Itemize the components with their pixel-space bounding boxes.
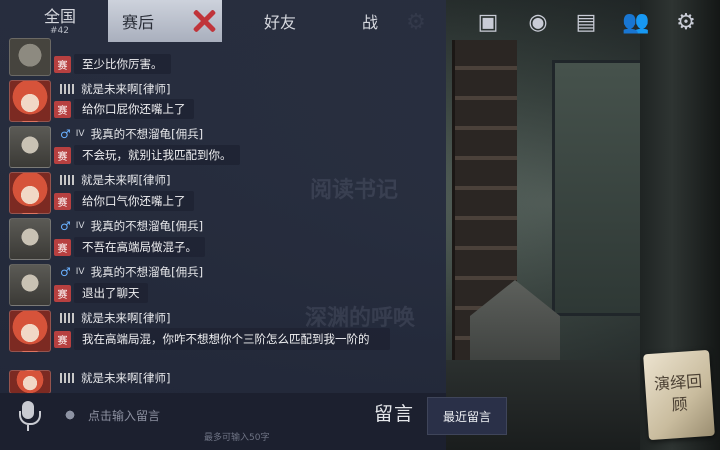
avatar[interactable] [9,218,51,260]
input-placeholder: 点击输入留言 [88,408,161,423]
map-icon[interactable]: ▣ [474,8,502,36]
male-icon: ♂ [60,127,71,141]
mic-base [27,425,29,431]
avatar[interactable] [9,38,51,76]
level-icon: IV [75,129,85,139]
diary-icon[interactable]: ▤ [572,8,600,36]
message-text: 不吾在高端局做混子。 [74,237,205,257]
avatar[interactable] [9,264,51,306]
rank-icon [60,373,76,383]
badge-icon[interactable]: ◉ [524,8,552,36]
message-text: 不会玩，就别让我匹配到你。 [74,145,240,165]
sender-line: 就是未来啊[律师] [60,369,170,387]
rank-icon [60,175,76,185]
tab-label: 好友 [263,13,296,32]
message-text: 退出了聊天 [74,283,148,303]
sender-name: 我真的不想溜龟[佣兵] [90,219,204,233]
close-icon[interactable] [192,9,216,33]
sender-name: 我真的不想溜龟[佣兵] [90,265,204,279]
match-badge: 赛 [54,56,71,73]
mic-stand [19,411,41,425]
level-icon: IV [75,221,85,231]
leave-message-button[interactable]: 留言 [374,399,414,426]
rank-icon [60,313,76,323]
male-icon: ♂ [60,219,71,233]
recent-messages-button[interactable]: 最近留言 [427,397,507,435]
male-icon: ♂ [60,265,71,279]
avatar[interactable] [9,80,51,122]
avatar[interactable] [9,172,51,214]
sender-name: 就是未来啊[律师] [81,173,171,187]
chat-tabs: 全国 #42 赛后 好友 战 [0,0,446,42]
match-badge: 赛 [54,285,71,302]
sender-line: 就是未来啊[律师] [60,309,170,327]
chat-input-bar: 点击输入留言 最多可输入50字 留言 [0,393,446,450]
sender-line: ♂ IV 我真的不想溜龟[佣兵] [60,263,203,281]
match-badge: 赛 [54,331,71,348]
microphone-icon[interactable] [18,401,41,433]
sender-name: 就是未来啊[律师] [81,82,171,96]
avatar[interactable] [9,126,51,168]
match-badge: 赛 [54,239,71,256]
sender-line: 就是未来啊[律师] [60,80,170,98]
message-text: 至少比你厉害。 [74,54,171,74]
match-badge: 赛 [54,101,71,118]
tab-label: 赛后 [122,13,155,32]
level-icon: IV [75,267,85,277]
match-badge: 赛 [54,193,71,210]
message-input[interactable]: 点击输入留言 [60,403,340,427]
sender-name: 我真的不想溜龟[佣兵] [90,127,204,141]
message-text: 给你口气你还嘴上了 [74,191,194,211]
sender-name: 就是未来啊[律师] [81,371,171,385]
settings-icon[interactable]: ⚙ [672,8,700,36]
message-text: 给你口屁你还嘴上了 [74,99,194,119]
wall-panel [552,60,648,316]
tab-national-rank: #42 [50,26,69,36]
replay-card[interactable]: 演绎回顾 [643,349,715,441]
replay-label: 演绎回顾 [653,371,703,415]
watermark-text: 阅读书记 [310,178,399,203]
sender-line: 就是未来啊[律师] [60,171,170,189]
voice-icon[interactable] [60,405,80,425]
sender-name: 就是未来啊[律师] [81,311,171,325]
message-text: 我在高端局混，你咋不想想你个三阶怎么匹配到我一阶的 [74,328,390,350]
avatar[interactable] [9,310,51,352]
input-limit: 最多可输入50字 [204,433,270,443]
rank-icon [60,84,76,94]
sender-line: ♂ IV 我真的不想溜龟[佣兵] [60,217,203,235]
tab-label: 战 [361,13,378,32]
tab-label: 全国 [43,7,76,26]
match-badge: 赛 [54,147,71,164]
tab-friends[interactable]: 好友 [250,0,310,42]
friends-icon[interactable]: 👥 [622,8,650,36]
tab-battle[interactable]: 战 [355,0,385,42]
sender-line: ♂ IV 我真的不想溜龟[佣兵] [60,125,203,143]
avatar[interactable] [9,370,51,394]
chat-panel: 阅读书记 深渊的呼唤 全国 #42 赛后 好友 战 赛 至少比你厉害。 就是未来… [0,0,446,450]
